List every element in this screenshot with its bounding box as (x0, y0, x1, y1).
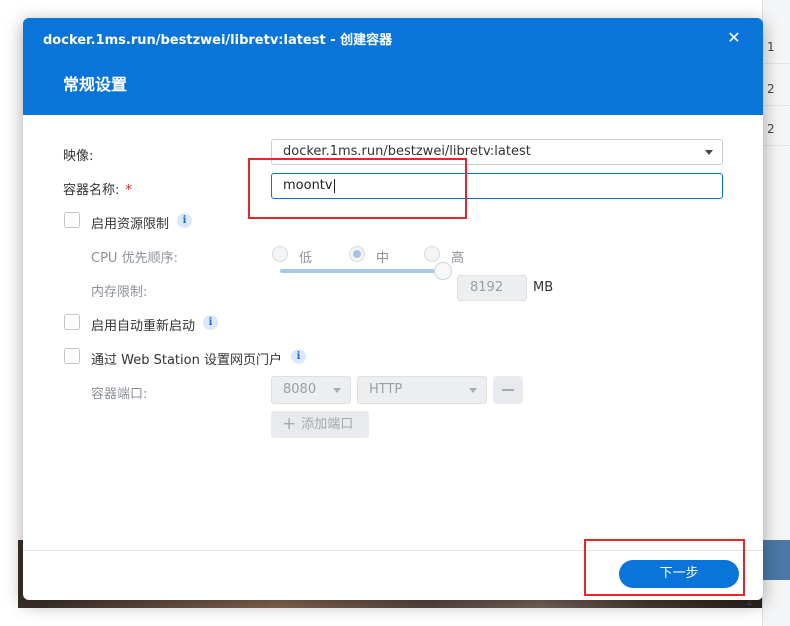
protocol-value: HTTP (369, 382, 403, 397)
info-icon[interactable]: i (203, 315, 218, 330)
memory-slider-track[interactable] (280, 269, 446, 273)
memory-slider-handle[interactable] (434, 262, 452, 280)
cpu-low-radio[interactable] (272, 246, 288, 262)
container-port-select[interactable]: 8080 (271, 376, 351, 404)
add-port-button[interactable]: + 添加端口 (271, 411, 369, 438)
section-title: 常规设置 (63, 75, 128, 94)
plus-icon: + (282, 414, 297, 434)
image-label: 映像: (63, 149, 94, 164)
resource-limit-checkbox[interactable] (64, 212, 80, 228)
background-image-edge (762, 540, 790, 580)
cpu-high-label: 高 (451, 251, 465, 266)
memory-limit-input[interactable]: 8192 (457, 275, 527, 301)
add-port-label: 添加端口 (301, 417, 354, 432)
chevron-down-icon (333, 388, 341, 393)
image-select-value: docker.1ms.run/bestzwei/libretv:latest (283, 144, 531, 159)
cpu-medium-radio[interactable] (349, 246, 365, 262)
container-port-label: 容器端口: (91, 387, 148, 402)
memory-unit: MB (533, 280, 554, 295)
container-name-label-text: 容器名称: (63, 183, 120, 198)
dialog-title: docker.1ms.run/bestzwei/libretv:latest -… (43, 33, 393, 48)
container-name-input[interactable]: moontv (271, 173, 723, 199)
container-name-value: moontv (283, 178, 333, 193)
text-cursor (333, 178, 335, 193)
protocol-select[interactable]: HTTP (357, 376, 487, 404)
info-icon[interactable]: i (291, 349, 306, 364)
web-station-label: 通过 Web Station 设置网页门户 (91, 353, 282, 368)
cpu-high-radio[interactable] (424, 246, 440, 262)
web-station-checkbox[interactable] (64, 348, 80, 364)
background-row: 2 (762, 112, 790, 146)
remove-port-button[interactable] (493, 376, 523, 404)
next-button[interactable]: 下一步 (619, 560, 739, 588)
container-port-value: 8080 (283, 382, 317, 397)
resource-limit-label: 启用资源限制 (91, 217, 170, 232)
background-row: 2 (762, 72, 790, 106)
cpu-medium-label: 中 (376, 251, 390, 266)
container-name-label: 容器名称: * (63, 179, 132, 198)
footer-divider (23, 550, 763, 551)
memory-limit-label: 内存限制: (91, 285, 148, 300)
chevron-down-icon (705, 150, 713, 155)
info-icon[interactable]: i (177, 213, 192, 228)
close-icon[interactable]: ✕ (725, 27, 743, 49)
dialog-header: docker.1ms.run/bestzwei/libretv:latest -… (23, 18, 763, 115)
auto-restart-label: 启用自动重新启动 (91, 319, 196, 334)
required-mark: * (125, 183, 132, 198)
background-row: 1 (762, 30, 790, 64)
create-container-dialog: docker.1ms.run/bestzwei/libretv:latest -… (23, 18, 763, 600)
cpu-low-label: 低 (299, 251, 313, 266)
image-select[interactable]: docker.1ms.run/bestzwei/libretv:latest (271, 139, 723, 165)
auto-restart-checkbox[interactable] (64, 314, 80, 330)
cpu-priority-label: CPU 优先顺序: (91, 251, 178, 266)
chevron-down-icon (469, 388, 477, 393)
